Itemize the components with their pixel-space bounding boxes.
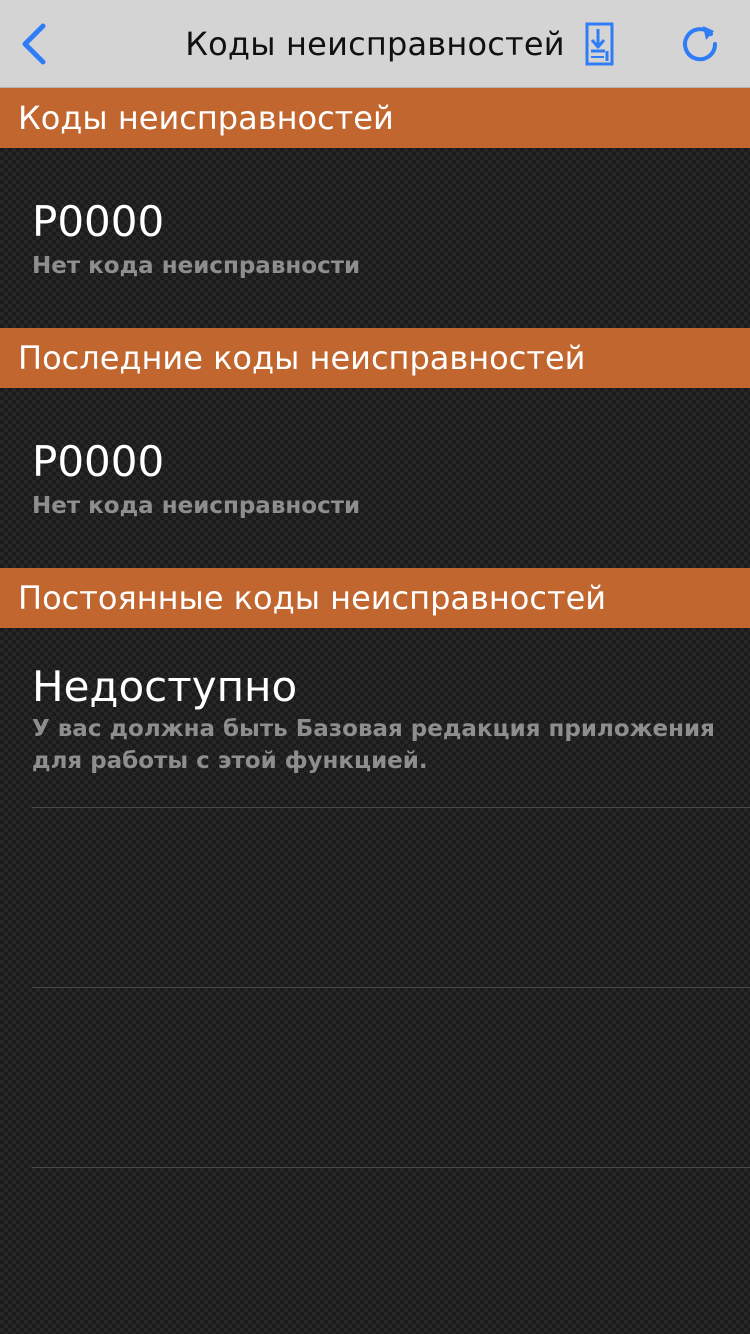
fault-code-description: Нет кода неисправности <box>32 253 361 279</box>
row-divider <box>32 807 750 808</box>
permanent-fault-status: Недоступно <box>32 662 298 711</box>
refresh-button[interactable] <box>674 18 726 70</box>
recent-fault-code-description: Нет кода неисправности <box>32 493 361 519</box>
section-header-recent-fault-codes: Последние коды неисправностей <box>0 328 750 388</box>
navigation-bar: Коды неисправностей <box>0 0 750 88</box>
save-button[interactable] <box>574 18 626 70</box>
row-divider <box>32 987 750 988</box>
permanent-fault-description: У вас должна быть Базовая редакция прило… <box>32 716 715 774</box>
fault-code: P0000 <box>32 197 165 246</box>
save-download-icon <box>585 22 614 66</box>
section-header-permanent-fault-codes: Постоянные коды неисправностей <box>0 568 750 628</box>
row-divider <box>32 1167 750 1168</box>
page-title: Коды неисправностей <box>185 25 565 63</box>
refresh-icon <box>683 26 718 62</box>
section-header-fault-codes: Коды неисправностей <box>0 88 750 148</box>
recent-fault-code: P0000 <box>32 437 165 486</box>
